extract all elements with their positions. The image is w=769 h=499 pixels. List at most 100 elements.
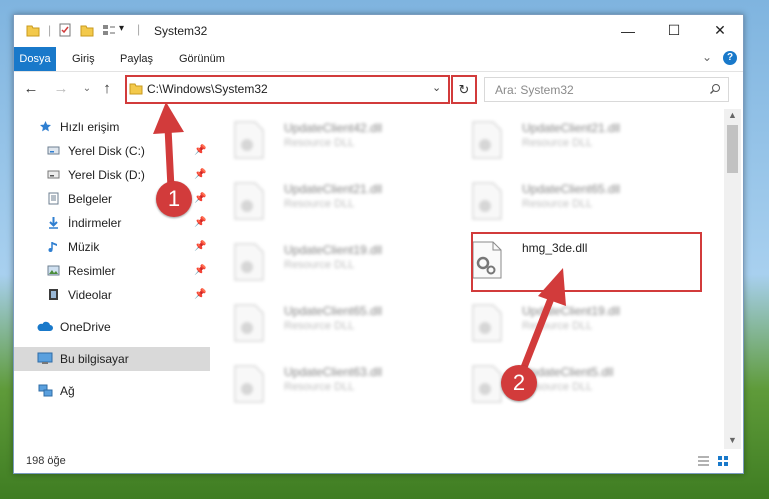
pin-icon[interactable]: 📌 [194, 139, 206, 163]
network-icon [38, 384, 53, 397]
separator: | [137, 22, 141, 36]
downloads-icon [49, 217, 58, 229]
file-type: Resource DLL [522, 198, 593, 210]
file-name: UpdateClient63.dll [284, 365, 383, 379]
tab-view[interactable]: Görünüm [171, 47, 233, 71]
details-view-icon[interactable] [697, 455, 710, 467]
help-icon[interactable]: ? [723, 51, 737, 65]
sidebar-item-label: Yerel Disk (C:) [68, 144, 145, 158]
file-type: Resource DLL [284, 381, 355, 393]
sidebar-item-label: Yerel Disk (D:) [68, 168, 145, 182]
dll-file-icon [234, 121, 264, 159]
properties-icon[interactable] [58, 23, 72, 37]
file-item[interactable]: UpdateClient65.dll Resource DLL [212, 298, 432, 354]
minimize-button[interactable]: — [605, 15, 651, 46]
sidebar-item-pictures[interactable]: Resimler 📌 [14, 259, 210, 283]
file-type: Resource DLL [522, 137, 593, 149]
recent-locations-button[interactable]: ⌄ [78, 80, 96, 98]
file-name: UpdateClient42.dll [284, 121, 383, 135]
sidebar-item-label: Müzik [68, 240, 100, 254]
large-icons-view-icon[interactable] [717, 455, 730, 467]
dll-file-icon [472, 182, 502, 220]
window-title: System32 [154, 24, 208, 38]
file-name: UpdateClient21.dll [522, 121, 621, 135]
search-placeholder: Ara: System32 [495, 83, 574, 97]
address-bar[interactable]: C:\Windows\System32 ⌄ [125, 75, 450, 104]
tab-share[interactable]: Paylaş [112, 47, 161, 71]
step-1-badge: 1 [156, 181, 192, 217]
file-item[interactable]: UpdateClient19.dll Resource DLL [212, 237, 432, 293]
quick-access-toolbar-dropdown-icon[interactable]: ▾ [119, 23, 124, 34]
file-type: Resource DLL [522, 320, 593, 332]
sidebar-item-quick-access[interactable]: Hızlı erişim [14, 115, 210, 139]
address-dropdown-icon[interactable]: ⌄ [432, 81, 441, 94]
search-icon[interactable] [709, 83, 721, 95]
file-item[interactable]: UpdateClient19.dll Resource DLL [450, 298, 670, 354]
drive-icon [47, 170, 60, 179]
drive-icon [47, 146, 60, 155]
folder-icon [129, 83, 143, 95]
sidebar-item-videos[interactable]: Videolar 📌 [14, 283, 210, 307]
folder-icon[interactable] [26, 23, 40, 37]
file-type: Resource DLL [284, 320, 355, 332]
sidebar-item-this-pc[interactable]: Bu bilgisayar [14, 347, 210, 371]
file-item[interactable]: UpdateClient5.dll Resource DLL [450, 359, 670, 415]
navigation-pane: Hızlı erişim Yerel Disk (C:) 📌 Yerel Dis… [14, 109, 210, 449]
file-item[interactable]: UpdateClient21.dll Resource DLL [450, 115, 670, 171]
file-name: UpdateClient19.dll [284, 243, 383, 257]
dll-file-icon [472, 121, 502, 159]
sidebar-item-label: Belgeler [68, 192, 113, 206]
pin-icon[interactable]: 📌 [194, 187, 206, 211]
pin-icon[interactable]: 📌 [194, 211, 206, 235]
file-item[interactable]: UpdateClient42.dll Resource DLL [212, 115, 432, 171]
close-button[interactable]: ✕ [697, 15, 743, 46]
file-item[interactable]: UpdateClient63.dll Resource DLL [212, 359, 432, 415]
dll-file-icon [234, 365, 264, 403]
tab-home[interactable]: Giriş [64, 47, 103, 71]
sidebar-item-onedrive[interactable]: OneDrive [14, 315, 210, 339]
pin-icon[interactable]: 📌 [194, 259, 206, 283]
sidebar-item-local-disk-c[interactable]: Yerel Disk (C:) 📌 [14, 139, 210, 163]
forward-button[interactable]: → [52, 80, 70, 98]
item-count: 198 öğe [26, 455, 66, 467]
sidebar-item-label: Resimler [68, 264, 116, 278]
back-button[interactable]: ← [22, 80, 40, 98]
dll-file-icon [234, 182, 264, 220]
navigation-bar: ← → ⌄ ↑ C:\Windows\System32 ⌄ ↻ Ara: Sys… [14, 72, 743, 106]
star-icon [40, 121, 51, 132]
ribbon-tabs: Dosya Giriş Paylaş Görünüm ⌄ ? [14, 47, 743, 72]
computer-icon [37, 352, 53, 364]
ribbon-expand-icon[interactable]: ⌄ [702, 50, 712, 64]
vertical-scrollbar[interactable]: ▲ ▼ [724, 109, 741, 449]
sidebar-item-label: OneDrive [60, 320, 111, 334]
file-item[interactable]: UpdateClient21.dll Resource DLL [212, 176, 432, 232]
dll-file-icon [472, 365, 502, 403]
tab-file[interactable]: Dosya [14, 47, 56, 71]
scroll-up-icon[interactable]: ▲ [728, 110, 737, 120]
sidebar-item-label: Hızlı erişim [60, 120, 120, 134]
file-item[interactable]: UpdateClient65.dll Resource DLL [450, 176, 670, 232]
sidebar-item-label: Ağ [60, 384, 75, 398]
explorer-window: | ▾ | System32 — ☐ ✕ Dosya Giriş Paylaş … [13, 14, 744, 474]
file-name: UpdateClient65.dll [522, 182, 621, 196]
address-path: C:\Windows\System32 [147, 82, 268, 96]
sidebar-item-network[interactable]: Ağ [14, 379, 210, 403]
dll-file-icon [472, 304, 502, 342]
file-type: Resource DLL [284, 198, 355, 210]
maximize-button[interactable]: ☐ [651, 15, 697, 46]
title-bar: | ▾ | System32 — ☐ ✕ [14, 15, 743, 47]
pin-icon[interactable]: 📌 [194, 235, 206, 259]
sidebar-item-music[interactable]: Müzik 📌 [14, 235, 210, 259]
scroll-down-icon[interactable]: ▼ [728, 435, 737, 445]
file-type: Resource DLL [284, 137, 355, 149]
videos-icon [49, 289, 58, 300]
scrollbar-thumb[interactable] [727, 125, 738, 173]
search-box[interactable]: Ara: System32 [484, 77, 729, 102]
customize-icon[interactable] [102, 23, 116, 37]
up-button[interactable]: ↑ [98, 80, 116, 98]
refresh-button[interactable]: ↻ [451, 75, 477, 104]
status-bar: 198 öğe [14, 449, 743, 473]
new-folder-icon[interactable] [80, 23, 94, 37]
pin-icon[interactable]: 📌 [194, 163, 206, 187]
pin-icon[interactable]: 📌 [194, 283, 206, 307]
